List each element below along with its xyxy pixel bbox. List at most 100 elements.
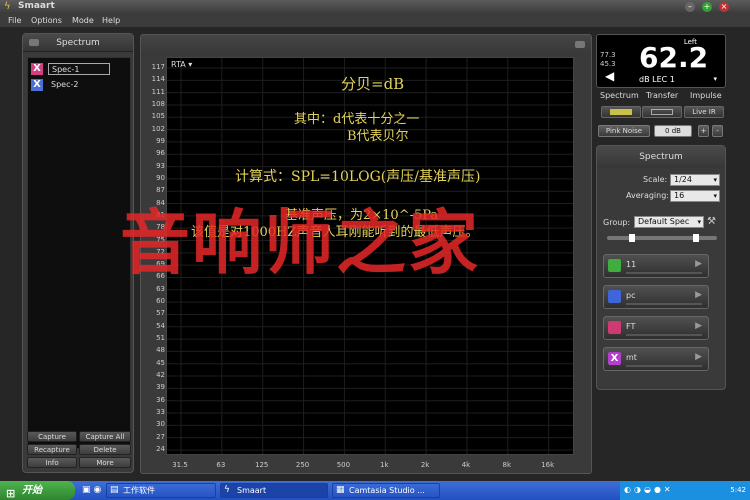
x-tick-label: 4k [461, 461, 471, 469]
tray-icons[interactable]: ◐◑◒●✕ [624, 485, 674, 494]
smaart-icon: ϟ [224, 485, 230, 495]
trace-level-bar [626, 365, 702, 367]
start-button[interactable]: ⊞ 开始 [0, 481, 75, 500]
capture-button[interactable]: Capture [27, 431, 77, 442]
trace-item[interactable]: FT ▶ [603, 316, 709, 340]
x-tick-label: 8k [502, 461, 512, 469]
close-icon[interactable]: X [31, 63, 43, 75]
y-tick-label: 51 [156, 334, 165, 343]
x-tick-label: 500 [336, 461, 351, 469]
tab-spectrum[interactable]: Spectrum [600, 91, 639, 100]
graph-grip-icon[interactable] [575, 41, 585, 48]
overlay-line-1: 分贝=dB [341, 75, 405, 93]
capture-all-button[interactable]: Capture All [79, 431, 131, 442]
system-tray: ◐◑◒●✕ 5:42 [620, 481, 750, 500]
menu-file[interactable]: File [8, 16, 21, 25]
trace-level-bar [626, 334, 702, 336]
meter-unit: dB LEC 1 [639, 75, 675, 84]
trace-name: mt [626, 353, 637, 362]
taskbar-item-camtasia[interactable]: ▦ Camtasia Studio ... [332, 483, 440, 498]
windows-taskbar: ⊞ 开始 ▣◉ ▤ 工作软件 ϟ Smaart ▦ Camtasia Studi… [0, 481, 750, 500]
spec-name[interactable]: Spec-1 [48, 63, 110, 75]
y-tick-label: 27 [156, 432, 165, 441]
x-tick-label: 63 [216, 461, 226, 469]
x-tick-label: 31.5 [172, 461, 188, 469]
y-tick-label: 63 [156, 284, 165, 293]
menu-help[interactable]: Help [102, 16, 120, 25]
y-tick-label: 36 [156, 395, 165, 404]
trace-color-swatch [608, 290, 621, 303]
speaker-icon[interactable]: ◀ [605, 69, 614, 83]
spec-item-2[interactable]: X Spec-2 [31, 78, 127, 92]
clock: 5:42 [730, 486, 746, 494]
delete-button[interactable]: Delete [79, 444, 131, 455]
folder-icon: ▤ [110, 485, 119, 495]
chevron-down-icon[interactable]: ▾ [713, 75, 717, 83]
averaging-select[interactable]: 16 ▾ [670, 190, 720, 202]
y-tick-label: 48 [156, 346, 165, 355]
scale-label: Scale: [643, 175, 668, 184]
mode-tabs: Spectrum Transfer Impulse [596, 90, 726, 102]
windows-flag-icon: ⊞ [6, 487, 16, 500]
maximize-button[interactable]: + [702, 2, 712, 12]
x-tick-label: 2k [420, 461, 430, 469]
play-icon[interactable]: ▶ [695, 321, 702, 331]
scale-select[interactable]: 1/24 ▾ [670, 174, 720, 186]
taskbar-item-folder[interactable]: ▤ 工作软件 [106, 483, 216, 498]
y-tick-label: 33 [156, 408, 165, 416]
tab-impulse[interactable]: Impulse [690, 91, 722, 100]
live-ir-button[interactable]: Live IR [684, 106, 724, 118]
menu-options[interactable]: Options [31, 16, 62, 25]
close-icon[interactable]: X [608, 352, 621, 365]
chevron-down-icon: ▾ [713, 176, 717, 184]
spec-name[interactable]: Spec-2 [48, 79, 78, 91]
trace-item[interactable]: X mt ▶ [603, 347, 709, 371]
tools-icon[interactable]: ⚒ [707, 216, 716, 227]
group-select[interactable]: Default Spec ▾ [634, 216, 704, 228]
y-tick-label: 96 [156, 149, 165, 158]
minimize-button[interactable]: – [685, 2, 695, 12]
window-title: Smaart [18, 1, 55, 11]
x-tick-label: 16k [541, 461, 555, 469]
level-down-button[interactable]: - [712, 125, 723, 137]
play-icon[interactable]: ▶ [695, 352, 702, 362]
meter-peak: 77.3 [600, 51, 616, 59]
menu-mode[interactable]: Mode [72, 16, 94, 25]
panel-header: Spectrum [23, 34, 133, 52]
smaart-logo-icon: ϟ [4, 1, 11, 12]
taskbar-item-smaart[interactable]: ϟ Smaart [220, 483, 328, 498]
info-button[interactable]: Info [27, 457, 77, 468]
pink-noise-button[interactable]: Pink Noise [598, 125, 650, 137]
quick-launch-icons[interactable]: ▣◉ [82, 485, 104, 495]
title-bar: ϟ Smaart – + × [0, 0, 750, 14]
more-button[interactable]: More [79, 457, 131, 468]
overlay-line-4: 计算式：SPL=10LOG(声压/基准声压) [235, 169, 481, 185]
slider-knob[interactable] [693, 234, 699, 242]
recapture-button[interactable]: Recapture [27, 444, 77, 455]
level-up-button[interactable]: + [698, 125, 709, 137]
task-label: Camtasia Studio ... [349, 486, 425, 495]
rta-mode-dropdown[interactable]: RTA ▾ [171, 60, 192, 69]
graph-toolbar [141, 35, 591, 55]
close-button[interactable]: × [719, 2, 729, 12]
y-tick-label: 39 [156, 383, 165, 392]
tab-transfer[interactable]: Transfer [646, 91, 678, 100]
trace-name: pc [626, 291, 636, 300]
panel-grip-icon[interactable] [29, 39, 39, 46]
close-icon[interactable]: X [31, 79, 43, 91]
overlay-line-3: B代表贝尔 [347, 129, 409, 144]
meter-min: 45.3 [600, 60, 616, 68]
task-label: 工作软件 [123, 486, 155, 495]
y-tick-label: 114 [151, 75, 165, 84]
spectrum-toggle-button[interactable] [601, 106, 641, 118]
trace-level-bar [626, 303, 702, 305]
trace-item[interactable]: pc ▶ [603, 285, 709, 309]
spec-item-1[interactable]: X Spec-1 [31, 62, 127, 76]
play-icon[interactable]: ▶ [695, 259, 702, 269]
y-tick-label: 99 [156, 136, 165, 145]
play-icon[interactable]: ▶ [695, 290, 702, 300]
y-tick-label: 24 [156, 444, 165, 453]
transfer-toggle-button[interactable] [642, 106, 682, 118]
averaging-value: 16 [674, 191, 685, 200]
noise-level-field[interactable]: 0 dB [654, 125, 692, 137]
